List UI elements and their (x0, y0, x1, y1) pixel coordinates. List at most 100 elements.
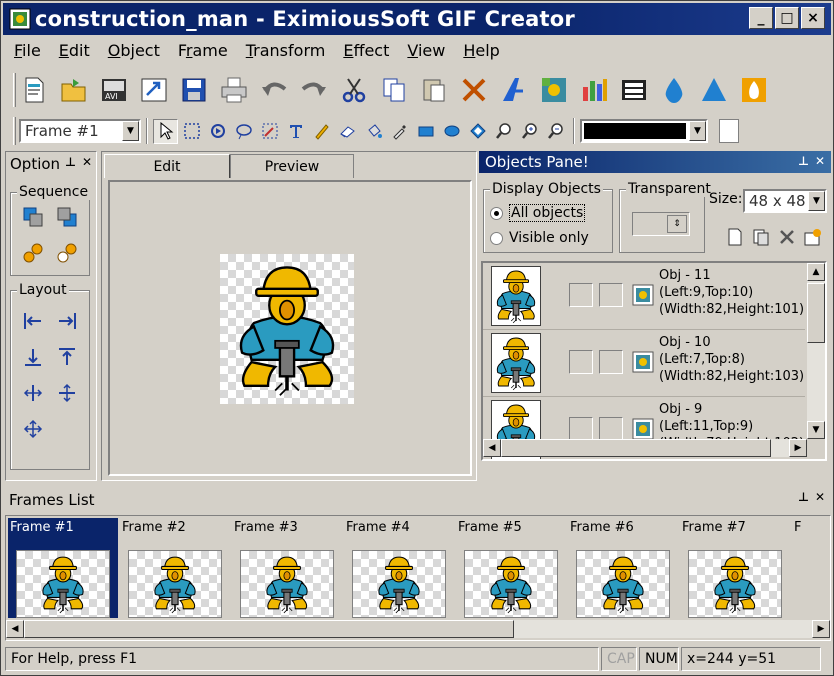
open-button[interactable] (55, 71, 93, 109)
rectangle-tool[interactable] (413, 119, 438, 144)
pencil-tool[interactable] (309, 119, 334, 144)
scroll-left-icon[interactable]: ◀ (6, 620, 24, 638)
film-button[interactable] (615, 71, 653, 109)
object-row[interactable]: Obj - 11 (Left:9,Top:10) (Width:82,Heigh… (483, 263, 805, 330)
frame-thumbnail-4[interactable]: Frame #4 (344, 518, 454, 618)
maximize-button[interactable]: □ (775, 7, 799, 29)
menu-view[interactable]: View (398, 39, 454, 63)
fire-button[interactable] (735, 71, 773, 109)
image-button[interactable] (535, 71, 573, 109)
chevron-down-icon[interactable]: ▼ (808, 191, 825, 211)
new-object-icon[interactable] (725, 227, 745, 247)
menu-help[interactable]: Help (454, 39, 508, 63)
center-vertical-button[interactable] (55, 381, 79, 405)
undo-button[interactable] (255, 71, 293, 109)
print-button[interactable] (215, 71, 253, 109)
chart-button[interactable] (575, 71, 613, 109)
center-horizontal-button[interactable] (21, 381, 45, 405)
close-icon[interactable]: ✕ (82, 155, 92, 169)
object-lock-toggle[interactable] (599, 417, 623, 441)
zoom-tool[interactable] (491, 119, 516, 144)
menu-effect[interactable]: Effect (334, 39, 398, 63)
frame-thumbnail-7[interactable]: Frame #7 (680, 518, 790, 618)
align-right-button[interactable] (55, 309, 79, 333)
cut-button[interactable] (335, 71, 373, 109)
avi-button[interactable]: AVI (95, 71, 133, 109)
thumbnail-size-select[interactable]: 48 x 48 ▼ (743, 189, 827, 213)
pin-icon[interactable]: ⊥ (65, 155, 76, 169)
paste-button[interactable] (415, 71, 453, 109)
object-lock-toggle[interactable] (599, 283, 623, 307)
select-tool[interactable] (153, 118, 178, 144)
bring-to-front-button[interactable] (21, 241, 45, 265)
scroll-down-icon[interactable]: ▼ (807, 421, 825, 439)
scroll-left-icon[interactable]: ◀ (483, 439, 501, 457)
toolbar-grip[interactable] (13, 73, 16, 107)
polygon-tool[interactable] (465, 119, 490, 144)
close-icon[interactable]: ✕ (815, 490, 825, 504)
align-top-button[interactable] (55, 345, 79, 369)
align-bottom-button[interactable] (21, 345, 45, 369)
text-tool[interactable] (283, 119, 308, 144)
object-properties-icon[interactable] (803, 227, 823, 247)
tab-edit[interactable]: Edit (104, 154, 230, 178)
menu-transform[interactable]: Transform (237, 39, 335, 63)
scroll-up-icon[interactable]: ▲ (807, 263, 825, 281)
duplicate-object-icon[interactable] (751, 227, 771, 247)
radio-all-objects[interactable]: All objects (490, 204, 586, 222)
marquee-tool[interactable] (179, 119, 204, 144)
chevron-down-icon[interactable]: ▼ (122, 121, 139, 141)
text-art-button[interactable] (495, 71, 533, 109)
object-lock-toggle[interactable] (599, 350, 623, 374)
new-button[interactable] (15, 71, 53, 109)
bring-forward-button[interactable] (21, 205, 45, 229)
delete-object-icon[interactable] (777, 227, 797, 247)
object-row[interactable]: Obj - 10 (Left:7,Top:8) (Width:82,Height… (483, 330, 805, 397)
editing-canvas[interactable] (108, 180, 472, 476)
scroll-thumb[interactable] (24, 620, 514, 638)
pin-icon[interactable]: ⊥ (798, 490, 809, 504)
zoom-in-tool[interactable] (517, 119, 542, 144)
triangle-button[interactable] (695, 71, 733, 109)
frame-thumbnail-5[interactable]: Frame #5 (456, 518, 566, 618)
align-left-button[interactable] (21, 309, 45, 333)
frame-thumbnail-1[interactable]: Frame #1 (8, 518, 118, 618)
object-image-icon[interactable] (631, 417, 655, 441)
menu-frame[interactable]: Frame (169, 39, 237, 63)
scroll-thumb[interactable] (807, 283, 825, 343)
pin-icon[interactable]: ⊥ (798, 154, 809, 168)
eraser-tool[interactable] (335, 119, 360, 144)
frame-select[interactable]: Frame #1 ▼ (19, 119, 141, 143)
object-image-icon[interactable] (631, 350, 655, 374)
send-backward-button[interactable] (55, 205, 79, 229)
drop-button[interactable] (655, 71, 693, 109)
scroll-thumb[interactable] (501, 439, 771, 457)
frame-thumbnail-3[interactable]: Frame #3 (232, 518, 342, 618)
minimize-button[interactable]: _ (749, 7, 773, 29)
eyedropper-tool[interactable] (387, 119, 412, 144)
menu-file[interactable]: File (5, 39, 50, 63)
ellipse-tool[interactable] (439, 119, 464, 144)
frame-thumbnail-2[interactable]: Frame #2 (120, 518, 230, 618)
menu-object[interactable]: Object (99, 39, 169, 63)
redo-button[interactable] (295, 71, 333, 109)
frame-image[interactable] (220, 254, 354, 404)
copy-button[interactable] (375, 71, 413, 109)
transparent-color-box[interactable]: ⇕ (632, 212, 690, 236)
export-button[interactable] (135, 71, 173, 109)
objects-vertical-scrollbar[interactable]: ▲ ▼ (807, 263, 825, 439)
center-both-button[interactable] (21, 417, 45, 441)
chevron-down-icon[interactable]: ▼ (689, 121, 706, 141)
object-image-icon[interactable] (631, 283, 655, 307)
title-bar[interactable]: construction_man - EximiousSoft GIF Crea… (3, 3, 831, 35)
delete-button[interactable] (455, 71, 493, 109)
zoom-out-tool[interactable] (543, 119, 568, 144)
object-visible-toggle[interactable] (569, 417, 593, 441)
frames-horizontal-scrollbar[interactable]: ◀ ▶ (6, 620, 830, 638)
toolbar-grip[interactable] (13, 117, 16, 145)
tab-preview[interactable]: Preview (230, 154, 354, 178)
save-button[interactable] (175, 71, 213, 109)
spin-icon[interactable]: ⇕ (667, 215, 687, 233)
close-button[interactable]: × (801, 7, 825, 29)
ellipse-select-tool[interactable] (231, 119, 256, 144)
